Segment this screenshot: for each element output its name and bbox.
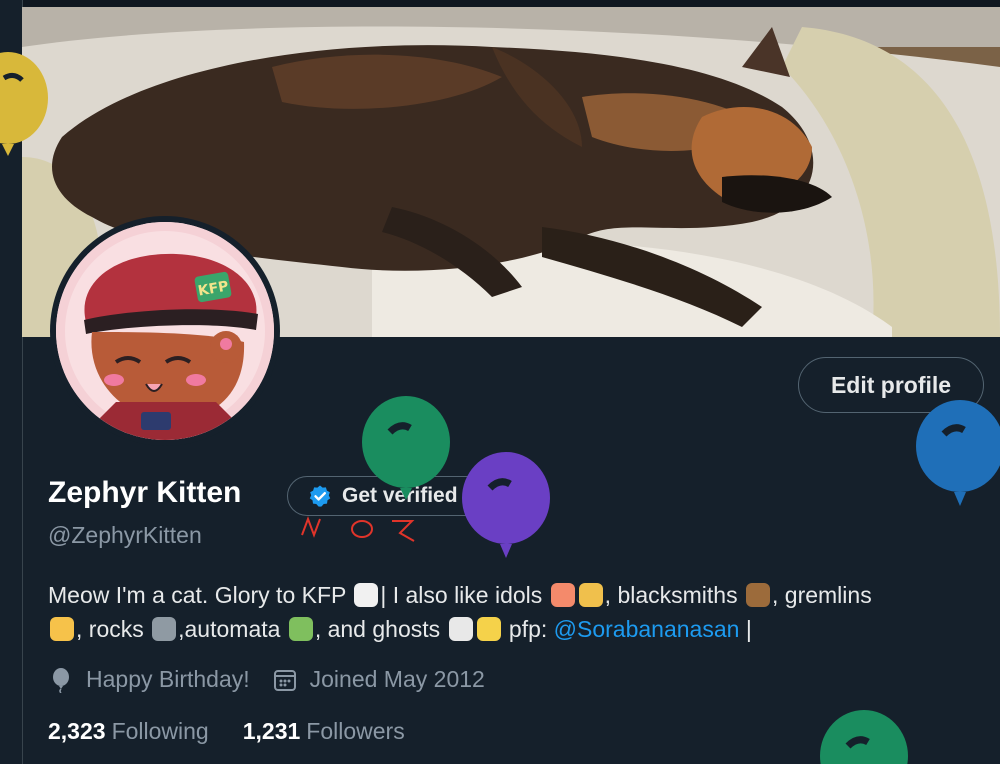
top-bar xyxy=(0,0,1000,7)
joined-item: Joined May 2012 xyxy=(272,666,485,693)
following-label: Following xyxy=(111,718,209,744)
bio-text: , blacksmiths xyxy=(604,582,744,608)
calendar-icon xyxy=(273,669,296,691)
balloon-icon xyxy=(362,396,450,500)
following-link[interactable]: 2,323 Following xyxy=(48,718,209,745)
bio-text: pfp: xyxy=(502,616,554,642)
balloon-icon xyxy=(916,400,1000,506)
balloon-icon xyxy=(53,667,69,693)
followers-count: 1,231 xyxy=(242,718,301,744)
moai-emoji-icon xyxy=(152,617,177,641)
bio: Meow I'm a cat. Glory to KFP | I also li… xyxy=(48,578,988,646)
bio-text: | xyxy=(739,616,752,642)
birthday-text: Happy Birthday! xyxy=(86,666,250,692)
bio-text: , rocks xyxy=(76,616,151,642)
red-scribble xyxy=(301,516,415,542)
hammer-emoji-icon xyxy=(746,583,770,607)
balloon-icon xyxy=(820,710,908,764)
sparkles-emoji-icon xyxy=(476,617,501,641)
followers-link[interactable]: 1,231 Followers xyxy=(243,718,405,745)
balloon-icon xyxy=(0,52,48,156)
bio-text: Meow I'm a cat. Glory to KFP xyxy=(48,582,353,608)
chicken-emoji-icon xyxy=(354,583,379,607)
bio-text: , gremlins xyxy=(772,582,872,608)
pfp-credit-link[interactable]: @Sorabananasan xyxy=(554,616,740,642)
following-count: 2,323 xyxy=(48,718,106,744)
ghost-emoji-icon xyxy=(448,617,473,641)
birthday-item: Happy Birthday! xyxy=(48,666,250,693)
followers-label: Followers xyxy=(306,718,405,744)
bio-text: , and ghosts xyxy=(314,616,447,642)
joined-text: Joined May 2012 xyxy=(309,666,485,692)
follow-stats: 2,323 Following 1,231 Followers xyxy=(48,718,439,745)
avatar[interactable]: KFP xyxy=(50,216,280,446)
profile-meta: Happy Birthday! Joined May 2012 xyxy=(48,666,507,693)
handle: @ZephyrKitten xyxy=(48,522,202,548)
bio-text: ,automata xyxy=(178,616,287,642)
display-name: Zephyr Kitten xyxy=(48,476,242,509)
bio-text: | I also like idols xyxy=(380,582,549,608)
pie-emoji-icon xyxy=(578,583,603,607)
tea-emoji-icon xyxy=(288,617,313,641)
person-emoji-icon xyxy=(50,617,74,641)
balloon-icon xyxy=(462,452,550,558)
peach-emoji-icon xyxy=(550,583,575,607)
verified-badge-icon xyxy=(309,485,331,507)
